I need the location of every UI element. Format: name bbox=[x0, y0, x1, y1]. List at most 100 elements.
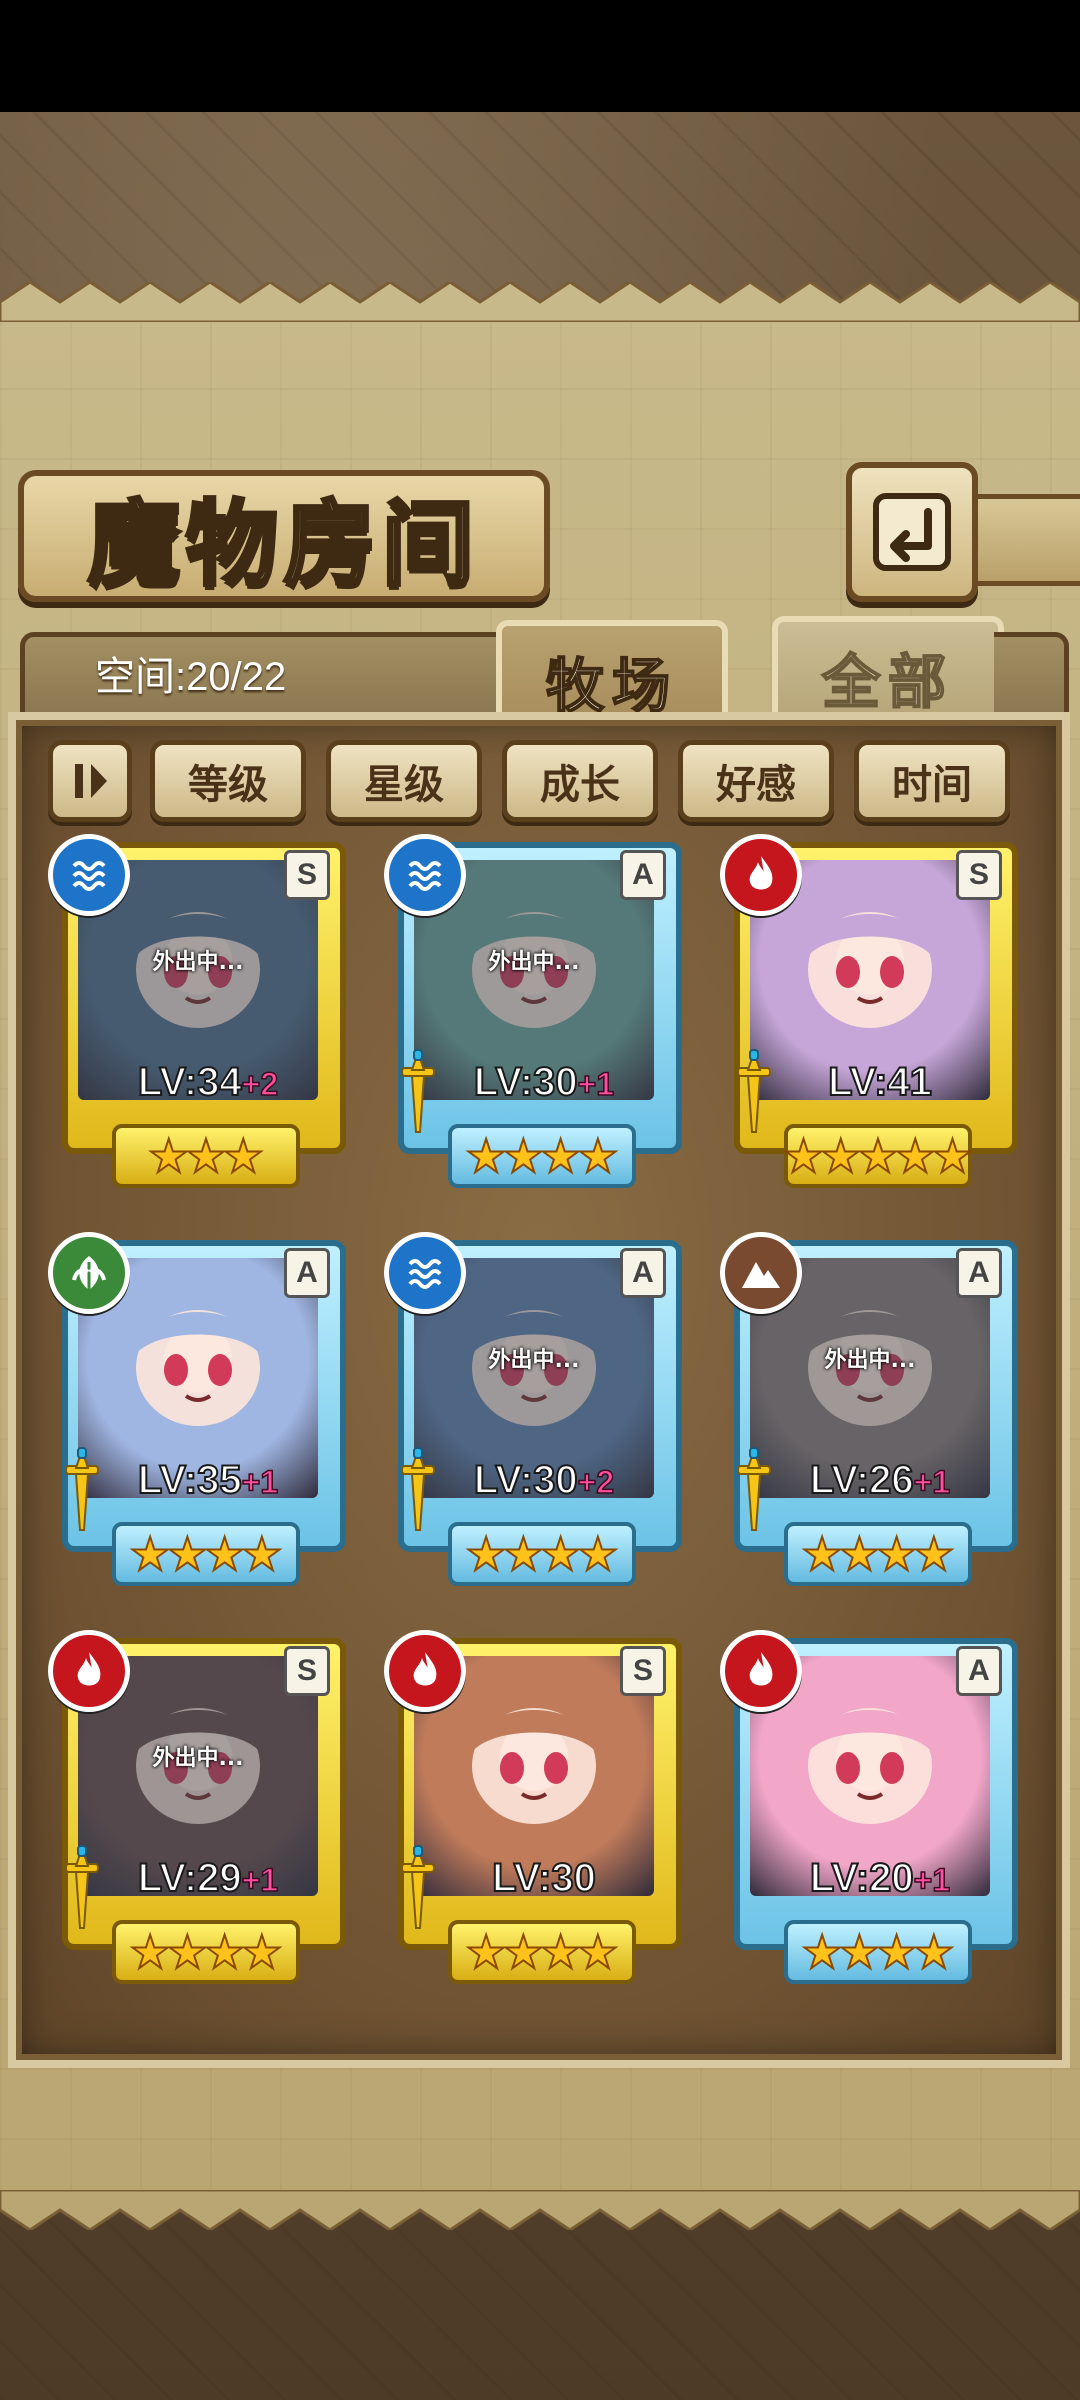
star-rating: ★ ★ ★ ★ bbox=[112, 1920, 300, 1984]
panel-bottom-edge bbox=[0, 2190, 1080, 2230]
star-icon: ★ bbox=[800, 1925, 843, 1979]
monster-card[interactable]: 外出中... A LV:30+2 ★ ★ ★ ★ bbox=[384, 1232, 684, 1586]
rank-badge: A bbox=[620, 1248, 666, 1298]
level-value: LV:34 bbox=[137, 1059, 243, 1105]
level-label: LV:30+2 bbox=[424, 1457, 664, 1503]
level-bonus: +1 bbox=[577, 1065, 615, 1103]
sort-toggle-icon bbox=[75, 764, 107, 798]
page-title: 魔物房间 bbox=[86, 488, 480, 600]
star-icon: ★ bbox=[539, 1527, 582, 1581]
star-icon: ★ bbox=[128, 1527, 171, 1581]
fire-icon bbox=[720, 834, 802, 916]
fire-icon bbox=[384, 1630, 466, 1712]
star-icon: ★ bbox=[502, 1527, 545, 1581]
level-bonus: +1 bbox=[241, 1463, 279, 1501]
level-label: LV:30 bbox=[424, 1855, 664, 1901]
title-plate: 魔物房间 bbox=[18, 470, 550, 602]
rank-badge: A bbox=[956, 1646, 1002, 1696]
filter-affection-button[interactable]: 好感 bbox=[678, 740, 834, 822]
filter-level-button[interactable]: 等级 bbox=[150, 740, 306, 822]
monster-card[interactable]: A LV:20+1 ★ ★ ★ ★ bbox=[720, 1630, 1020, 1984]
level-value: LV:41 bbox=[827, 1059, 933, 1105]
star-icon: ★ bbox=[539, 1129, 582, 1183]
leaf-icon bbox=[48, 1232, 130, 1314]
star-icon: ★ bbox=[576, 1925, 619, 1979]
star-icon: ★ bbox=[576, 1129, 619, 1183]
monster-card[interactable]: 外出中... A LV:26+1 ★ ★ ★ ★ bbox=[720, 1232, 1020, 1586]
away-status-label: 外出中... bbox=[152, 950, 244, 975]
away-status-label: 外出中... bbox=[488, 950, 580, 975]
level-label: LV:34+2 bbox=[88, 1059, 328, 1105]
water-icon bbox=[384, 834, 466, 916]
star-icon: ★ bbox=[222, 1129, 265, 1183]
panel-top-edge bbox=[0, 282, 1080, 322]
monster-card[interactable]: 外出中... S LV:29+1 ★ ★ ★ ★ bbox=[48, 1630, 348, 1984]
level-bonus: +1 bbox=[241, 1861, 279, 1899]
star-icon: ★ bbox=[203, 1527, 246, 1581]
star-icon: ★ bbox=[782, 1129, 825, 1183]
space-bar: 空间:20/22 bbox=[20, 632, 510, 722]
level-value: LV:30 bbox=[473, 1059, 579, 1105]
monster-card[interactable]: S LV:30 ★ ★ ★ ★ bbox=[384, 1630, 684, 1984]
level-label: LV:20+1 bbox=[760, 1855, 1000, 1901]
tab-strip-end bbox=[994, 632, 1069, 722]
star-rating: ★ ★ ★ ★ bbox=[448, 1920, 636, 1984]
star-icon: ★ bbox=[464, 1129, 507, 1183]
star-icon: ★ bbox=[912, 1527, 955, 1581]
star-rating: ★ ★ ★ ★ ★ bbox=[782, 1124, 974, 1188]
star-icon: ★ bbox=[147, 1129, 190, 1183]
rank-badge: A bbox=[284, 1248, 330, 1298]
star-icon: ★ bbox=[539, 1925, 582, 1979]
space-counter: 空间:20/22 bbox=[95, 655, 287, 699]
star-rating: ★ ★ ★ ★ bbox=[448, 1124, 636, 1188]
away-status-label: 外出中... bbox=[488, 1348, 580, 1373]
rank-badge: S bbox=[284, 1646, 330, 1696]
level-bonus: +2 bbox=[577, 1463, 615, 1501]
filter-star-button[interactable]: 星级 bbox=[326, 740, 482, 822]
star-icon: ★ bbox=[184, 1129, 227, 1183]
star-rating: ★ ★ ★ bbox=[112, 1124, 300, 1188]
monster-card[interactable]: A LV:35+1 ★ ★ ★ ★ bbox=[48, 1232, 348, 1586]
star-icon: ★ bbox=[240, 1925, 283, 1979]
away-status-label: 外出中... bbox=[824, 1348, 916, 1373]
sort-order-button[interactable] bbox=[48, 740, 132, 822]
star-icon: ★ bbox=[800, 1527, 843, 1581]
level-value: LV:29 bbox=[137, 1855, 243, 1901]
level-value: LV:35 bbox=[137, 1457, 243, 1503]
level-value: LV:30 bbox=[491, 1855, 597, 1901]
water-icon bbox=[48, 834, 130, 916]
filter-growth-button[interactable]: 成长 bbox=[502, 740, 658, 822]
star-icon: ★ bbox=[912, 1925, 955, 1979]
monster-card[interactable]: 外出中... A LV:30+1 ★ ★ ★ ★ bbox=[384, 834, 684, 1188]
level-bonus: +2 bbox=[241, 1065, 279, 1103]
star-icon: ★ bbox=[819, 1129, 862, 1183]
fire-icon bbox=[720, 1630, 802, 1712]
fire-icon bbox=[48, 1630, 130, 1712]
star-icon: ★ bbox=[502, 1129, 545, 1183]
star-icon: ★ bbox=[875, 1527, 918, 1581]
star-icon: ★ bbox=[875, 1925, 918, 1979]
back-button[interactable] bbox=[846, 462, 978, 602]
star-icon: ★ bbox=[894, 1129, 937, 1183]
level-value: LV:20 bbox=[809, 1855, 915, 1901]
star-icon: ★ bbox=[502, 1925, 545, 1979]
star-rating: ★ ★ ★ ★ bbox=[448, 1522, 636, 1586]
level-value: LV:30 bbox=[473, 1457, 579, 1503]
star-icon: ★ bbox=[856, 1129, 899, 1183]
rank-badge: S bbox=[956, 850, 1002, 900]
level-label: LV:26+1 bbox=[760, 1457, 1000, 1503]
water-icon bbox=[384, 1232, 466, 1314]
filter-time-button[interactable]: 时间 bbox=[854, 740, 1010, 822]
monster-card[interactable]: S LV:41 ★ ★ ★ ★ ★ bbox=[720, 834, 1020, 1188]
filter-row: 等级 星级 成长 好感 时间 bbox=[48, 740, 1048, 822]
level-label: LV:35+1 bbox=[88, 1457, 328, 1503]
level-label: LV:41 bbox=[760, 1059, 1000, 1105]
star-icon: ★ bbox=[838, 1527, 881, 1581]
level-value: LV:26 bbox=[809, 1457, 915, 1503]
return-icon bbox=[873, 493, 951, 571]
star-icon: ★ bbox=[240, 1527, 283, 1581]
monster-card[interactable]: 外出中... S LV:34+2 ★ ★ ★ bbox=[48, 834, 348, 1188]
star-icon: ★ bbox=[166, 1925, 209, 1979]
away-status-label: 外出中... bbox=[152, 1746, 244, 1771]
star-icon: ★ bbox=[166, 1527, 209, 1581]
